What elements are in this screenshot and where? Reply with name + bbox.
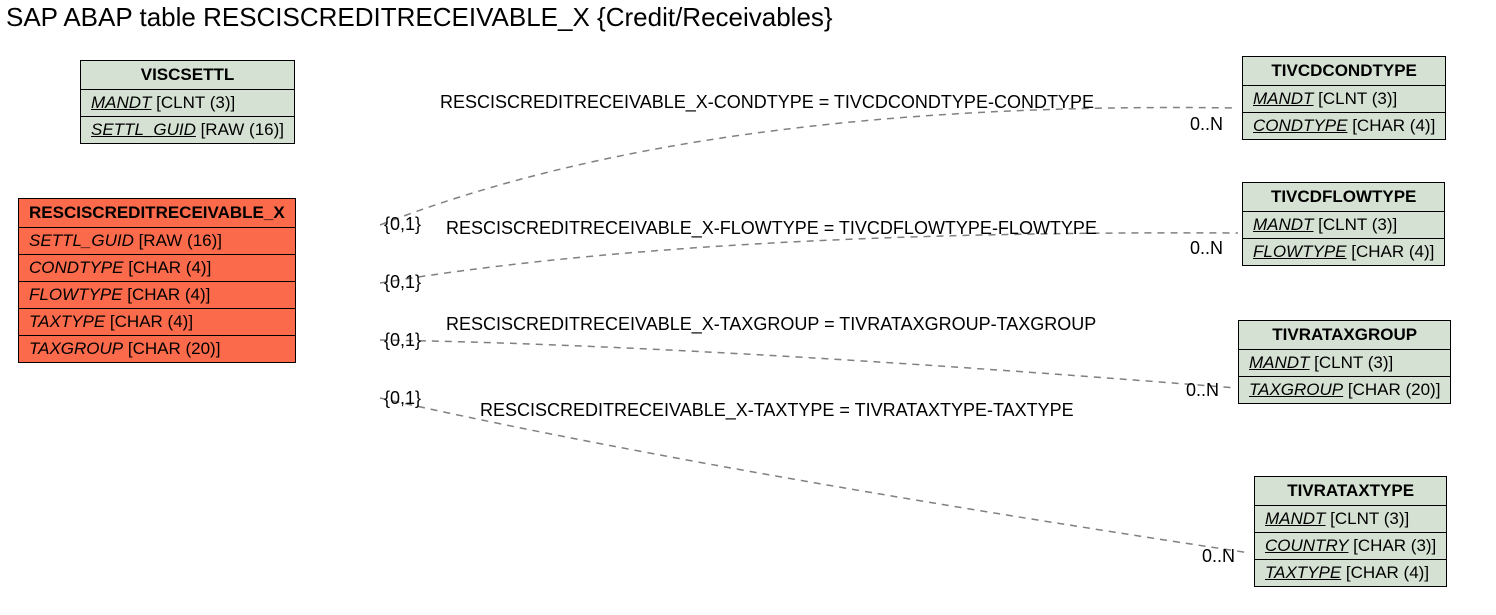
cardinality-left-3: {0,1} [384, 330, 421, 351]
entity-fields: SETTL_GUID [RAW (16)]CONDTYPE [CHAR (4)]… [19, 228, 295, 362]
field-name: SETTL_GUID [91, 120, 196, 139]
field-type: [CLNT (3)] [1313, 89, 1397, 108]
field-name: SETTL_GUID [29, 231, 134, 250]
table-row: TAXGROUP [CHAR (20)] [19, 335, 295, 362]
table-row: COUNTRY [CHAR (3)] [1255, 532, 1446, 559]
entity-tivcdflowtype: TIVCDFLOWTYPE MANDT [CLNT (3)]FLOWTYPE [… [1242, 182, 1445, 266]
table-row: SETTL_GUID [RAW (16)] [81, 116, 294, 143]
table-row: CONDTYPE [CHAR (4)] [19, 254, 295, 281]
field-name: FLOWTYPE [1253, 242, 1347, 261]
field-type: [RAW (16)] [134, 231, 222, 250]
field-type: [CHAR (4)] [105, 312, 193, 331]
cardinality-left-2: {0,1} [384, 272, 421, 293]
table-row: SETTL_GUID [RAW (16)] [19, 228, 295, 254]
entity-tivrataxtype: TIVRATAXTYPE MANDT [CLNT (3)]COUNTRY [CH… [1254, 476, 1447, 587]
cardinality-right-3: 0..N [1186, 380, 1219, 401]
page-title: SAP ABAP table RESCISCREDITRECEIVABLE_X … [6, 2, 833, 33]
field-type: [CLNT (3)] [151, 93, 235, 112]
entity-resciscreditreceivable-x: RESCISCREDITRECEIVABLE_X SETTL_GUID [RAW… [18, 198, 296, 363]
entity-tivcdcondtype: TIVCDCONDTYPE MANDT [CLNT (3)]CONDTYPE [… [1242, 56, 1446, 140]
table-row: FLOWTYPE [CHAR (4)] [19, 281, 295, 308]
table-row: MANDT [CLNT (3)] [81, 90, 294, 116]
entity-fields: MANDT [CLNT (3)]TAXGROUP [CHAR (20)] [1239, 350, 1450, 403]
field-name: MANDT [1265, 509, 1325, 528]
relation-label-taxtype: RESCISCREDITRECEIVABLE_X-TAXTYPE = TIVRA… [480, 400, 1074, 421]
entity-fields: MANDT [CLNT (3)]SETTL_GUID [RAW (16)] [81, 90, 294, 143]
field-name: TAXTYPE [29, 312, 105, 331]
entity-header: TIVCDFLOWTYPE [1243, 183, 1444, 212]
entity-fields: MANDT [CLNT (3)]COUNTRY [CHAR (3)]TAXTYP… [1255, 506, 1446, 586]
cardinality-right-2: 0..N [1190, 238, 1223, 259]
field-name: MANDT [1253, 89, 1313, 108]
field-name: FLOWTYPE [29, 285, 123, 304]
entity-fields: MANDT [CLNT (3)]FLOWTYPE [CHAR (4)] [1243, 212, 1444, 265]
table-row: MANDT [CLNT (3)] [1243, 86, 1445, 112]
cardinality-right-4: 0..N [1202, 546, 1235, 567]
cardinality-right-1: 0..N [1190, 114, 1223, 135]
table-row: MANDT [CLNT (3)] [1243, 212, 1444, 238]
cardinality-left-4: {0,1} [384, 388, 421, 409]
field-type: [CLNT (3)] [1313, 215, 1397, 234]
table-row: MANDT [CLNT (3)] [1255, 506, 1446, 532]
field-type: [CHAR (4)] [1347, 242, 1435, 261]
field-name: CONDTYPE [1253, 116, 1347, 135]
entity-header: TIVCDCONDTYPE [1243, 57, 1445, 86]
field-name: MANDT [1253, 215, 1313, 234]
entity-header: TIVRATAXGROUP [1239, 321, 1450, 350]
field-type: [RAW (16)] [196, 120, 284, 139]
field-type: [CLNT (3)] [1325, 509, 1409, 528]
field-name: MANDT [1249, 353, 1309, 372]
relation-label-condtype: RESCISCREDITRECEIVABLE_X-CONDTYPE = TIVC… [440, 92, 1094, 113]
field-type: [CHAR (3)] [1348, 536, 1436, 555]
field-type: [CHAR (20)] [123, 339, 220, 358]
field-type: [CLNT (3)] [1309, 353, 1393, 372]
entity-header: RESCISCREDITRECEIVABLE_X [19, 199, 295, 228]
relation-label-flowtype: RESCISCREDITRECEIVABLE_X-FLOWTYPE = TIVC… [446, 218, 1097, 239]
entity-tivrataxgroup: TIVRATAXGROUP MANDT [CLNT (3)]TAXGROUP [… [1238, 320, 1451, 404]
entity-fields: MANDT [CLNT (3)]CONDTYPE [CHAR (4)] [1243, 86, 1445, 139]
table-row: TAXGROUP [CHAR (20)] [1239, 376, 1450, 403]
entity-header: VISCSETTL [81, 61, 294, 90]
field-name: COUNTRY [1265, 536, 1348, 555]
field-name: TAXGROUP [1249, 380, 1343, 399]
field-type: [CHAR (4)] [1341, 563, 1429, 582]
field-name: CONDTYPE [29, 258, 123, 277]
field-type: [CHAR (4)] [1347, 116, 1435, 135]
table-row: MANDT [CLNT (3)] [1239, 350, 1450, 376]
field-type: [CHAR (20)] [1343, 380, 1440, 399]
entity-header: TIVRATAXTYPE [1255, 477, 1446, 506]
entity-viscsettl: VISCSETTL MANDT [CLNT (3)]SETTL_GUID [RA… [80, 60, 295, 144]
relation-label-taxgroup: RESCISCREDITRECEIVABLE_X-TAXGROUP = TIVR… [446, 314, 1096, 335]
field-type: [CHAR (4)] [123, 258, 211, 277]
field-name: MANDT [91, 93, 151, 112]
field-name: TAXGROUP [29, 339, 123, 358]
cardinality-left-1: {0,1} [384, 214, 421, 235]
table-row: FLOWTYPE [CHAR (4)] [1243, 238, 1444, 265]
table-row: CONDTYPE [CHAR (4)] [1243, 112, 1445, 139]
field-name: TAXTYPE [1265, 563, 1341, 582]
field-type: [CHAR (4)] [123, 285, 211, 304]
table-row: TAXTYPE [CHAR (4)] [1255, 559, 1446, 586]
table-row: TAXTYPE [CHAR (4)] [19, 308, 295, 335]
